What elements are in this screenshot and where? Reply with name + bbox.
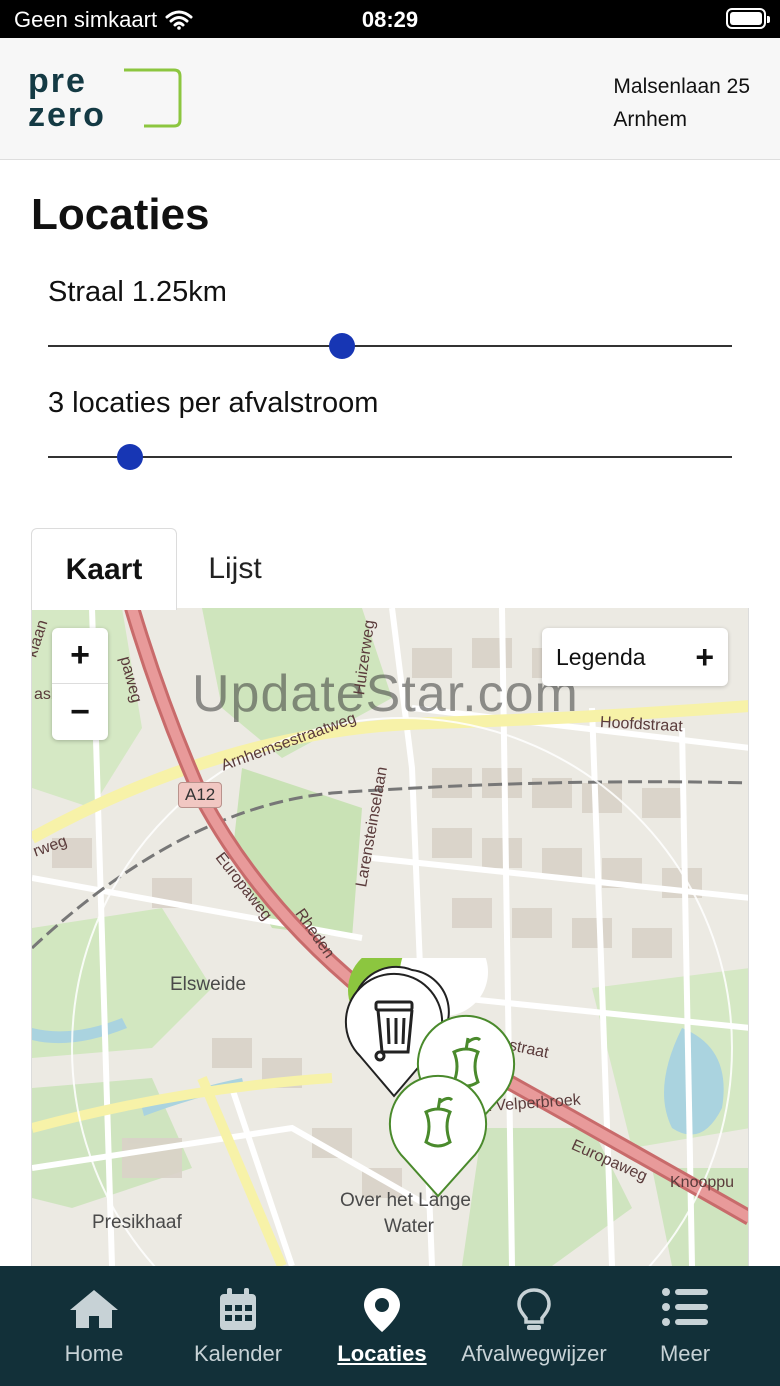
zoom-controls: + − — [52, 628, 108, 740]
organic-marker-2[interactable] — [388, 1074, 488, 1198]
radius-slider-thumb[interactable] — [329, 333, 356, 359]
count-label: 3 locaties per afvalstroom — [48, 387, 379, 419]
svg-text:zero: zero — [28, 96, 106, 134]
count-slider-thumb[interactable] — [117, 444, 144, 470]
radius-slider[interactable] — [48, 331, 732, 361]
svg-text:pre: pre — [28, 64, 87, 100]
app-header: pre zero Malsenlaan 25 Arnhem — [0, 38, 780, 160]
lightbulb-icon — [517, 1288, 551, 1330]
legend-expand-icon: + — [695, 638, 714, 675]
zoom-out-button[interactable]: − — [52, 684, 108, 740]
count-slider[interactable] — [48, 442, 732, 472]
address-street: Malsenlaan 25 — [613, 75, 750, 98]
nav-home-label: Home — [64, 1341, 124, 1366]
status-bar: Geen simkaart 08:29 — [0, 0, 780, 38]
home-icon — [70, 1290, 118, 1328]
map-label-elsweide: Elsweide — [170, 974, 247, 995]
calendar-icon — [220, 1288, 256, 1330]
battery-icon — [726, 8, 770, 29]
zoom-in-button[interactable]: + — [52, 628, 108, 684]
location-markers-cluster[interactable] — [332, 958, 532, 1198]
nav-home[interactable]: Home — [19, 1266, 169, 1386]
list-icon — [662, 1288, 708, 1326]
radius-slider-track[interactable] — [48, 345, 732, 347]
road-label-knooppunt: Knooppu — [670, 1174, 735, 1191]
nav-afvalwegwijzer[interactable]: Afvalwegwijzer — [459, 1266, 609, 1386]
nav-locaties[interactable]: Locaties — [307, 1266, 457, 1386]
page-title: Locaties — [31, 190, 210, 239]
location-pin-icon — [364, 1288, 400, 1332]
prezero-logo: pre zero — [28, 64, 182, 134]
legend-label: Legenda — [556, 643, 646, 670]
address-city: Arnhem — [613, 108, 687, 131]
count-slider-track[interactable] — [48, 456, 732, 458]
map-view[interactable]: UpdateStar.com Elsweide Presikhaaf Over … — [31, 608, 749, 1266]
nav-kalender-label: Kalender — [193, 1341, 283, 1366]
nav-meer-label: Meer — [659, 1341, 711, 1366]
address: Malsenlaan 25 Arnhem — [613, 70, 750, 136]
radius-label: Straal 1.25km — [48, 276, 227, 308]
map-label-presikhaaf: Presikhaaf — [92, 1212, 182, 1233]
tab-kaart[interactable]: Kaart — [31, 528, 177, 610]
nav-kalender[interactable]: Kalender — [163, 1266, 313, 1386]
legend-toggle[interactable]: Legenda + — [542, 628, 728, 686]
bottom-navigation: Home Kalender Locaties Afvalwegwijzer Me… — [0, 1266, 780, 1386]
road-shield-a12: A12 — [178, 782, 223, 808]
nav-afvalwegwijzer-label: Afvalwegwijzer — [461, 1341, 607, 1366]
nav-meer[interactable]: Meer — [610, 1266, 760, 1386]
nav-locaties-label: Locaties — [337, 1341, 427, 1366]
status-time: 08:29 — [361, 7, 419, 32]
tab-lijst[interactable]: Lijst — [180, 528, 290, 610]
watermark: UpdateStar.com — [192, 665, 579, 723]
map-label-water: Water — [384, 1216, 434, 1237]
